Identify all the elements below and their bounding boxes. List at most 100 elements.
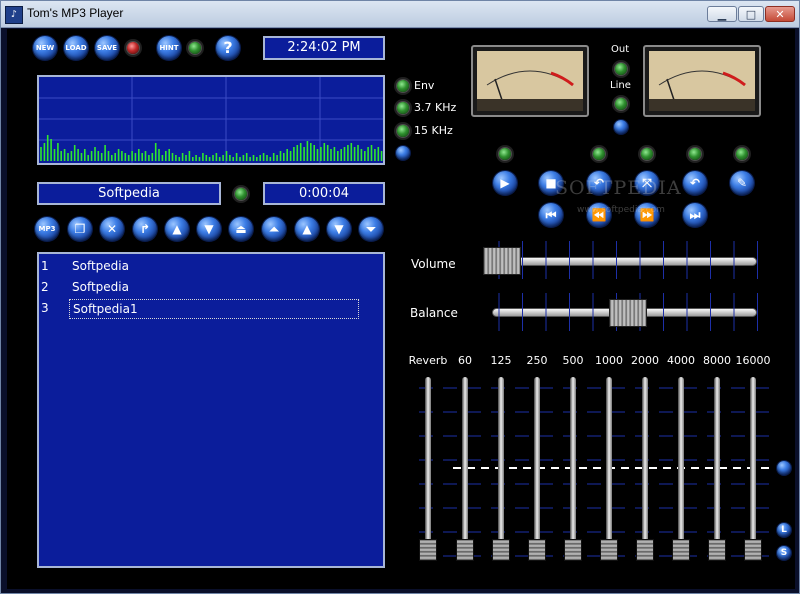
out-label: Out — [611, 44, 630, 55]
eq-thumb-250[interactable] — [528, 539, 546, 561]
volume-thumb[interactable] — [483, 247, 521, 275]
eq-slider-8000[interactable] — [714, 377, 720, 549]
eq-slider-reverb[interactable] — [425, 377, 431, 549]
eq-thumb-500[interactable] — [564, 539, 582, 561]
sort-asc-icon[interactable]: ▲ — [165, 217, 189, 241]
filter-icon[interactable]: ▼ — [197, 217, 221, 241]
play-button[interactable]: ▶ — [493, 171, 517, 195]
vu-meter-face — [649, 51, 755, 111]
eq-slider-60[interactable] — [462, 377, 468, 549]
hint-button[interactable]: HINT — [157, 36, 181, 60]
mp3-button[interactable]: MP3 — [35, 217, 59, 241]
eject-icon[interactable]: ⏏ — [229, 217, 253, 241]
hint-led[interactable] — [189, 42, 201, 54]
load-button[interactable]: LOAD — [64, 36, 88, 60]
3-7khz-led[interactable] — [397, 102, 409, 114]
minimize-button[interactable]: ▁ — [707, 6, 737, 22]
volume-label: Volume — [411, 257, 456, 271]
eq-thumb-1000[interactable] — [600, 539, 618, 561]
move-bottom-icon[interactable]: ⏷ — [359, 217, 383, 241]
elapsed-time-display: 0:00:04 — [263, 182, 385, 205]
edit-button[interactable]: ✎ — [730, 171, 754, 195]
eq-thumb-16000[interactable] — [744, 539, 762, 561]
prev-mark-led[interactable] — [593, 148, 605, 160]
delete-icon[interactable]: ✕ — [100, 217, 124, 241]
rewind-button[interactable]: ⏮ — [539, 203, 563, 227]
eq-thumb-8000[interactable] — [708, 539, 726, 561]
mark-led[interactable] — [641, 148, 653, 160]
eq-slider-125[interactable] — [498, 377, 504, 549]
eq-slider-4000[interactable] — [678, 377, 684, 549]
3-7khz-label: 3.7 KHz — [414, 101, 457, 114]
eq-label-500: 500 — [562, 354, 584, 367]
eq-slider-500[interactable] — [570, 377, 576, 549]
balance-thumb[interactable] — [609, 299, 647, 327]
eq-slider-250[interactable] — [534, 377, 540, 549]
playlist[interactable]: 1 Softpedia 2 Softpedia 3 Softpedia1 — [37, 252, 385, 568]
eq-thumb-4000[interactable] — [672, 539, 690, 561]
eq-thumb-125[interactable] — [492, 539, 510, 561]
record-led[interactable] — [127, 42, 139, 54]
eq-reset-button[interactable] — [777, 461, 791, 475]
track-number: 3 — [41, 301, 49, 315]
eq-save-button[interactable]: S — [777, 546, 791, 560]
next-button[interactable]: ⏭ — [683, 203, 707, 227]
spectrum-graph — [39, 77, 383, 163]
eq-slider-16000[interactable] — [750, 377, 756, 549]
help-button[interactable]: ? — [216, 36, 240, 60]
loop-button[interactable]: ↶ — [683, 171, 707, 195]
app-icon[interactable]: ♪ — [5, 6, 23, 24]
track-led[interactable] — [235, 188, 247, 200]
edit-led[interactable] — [736, 148, 748, 160]
watermark-brand: SOFTPEDIA — [555, 177, 682, 199]
track-title: Softpedia1 — [69, 299, 359, 319]
eq-slider-2000[interactable] — [642, 377, 648, 549]
close-button[interactable]: ✕ — [765, 6, 795, 22]
move-up-icon[interactable]: ▲ — [295, 217, 319, 241]
track-title: Softpedia — [72, 259, 129, 273]
track-number: 1 — [41, 259, 49, 273]
save-button[interactable]: SAVE — [95, 36, 119, 60]
maximize-button[interactable]: □ — [738, 6, 764, 22]
track-number: 2 — [41, 280, 49, 294]
new-button[interactable]: NEW — [33, 36, 57, 60]
copy-icon[interactable]: ❐ — [68, 217, 92, 241]
env-label: Env — [414, 79, 435, 92]
title-bar[interactable]: ♪ Tom's MP3 Player ▁ □ ✕ — [1, 1, 799, 28]
watermark-url: www.softpedia.com — [577, 205, 665, 215]
window-title: Tom's MP3 Player — [27, 6, 124, 20]
track-title: Softpedia — [72, 280, 129, 294]
spectrum-mode-button[interactable] — [396, 146, 410, 160]
eq-label-60: 60 — [458, 354, 472, 367]
loop-led[interactable] — [689, 148, 701, 160]
eq-label-125: 125 — [490, 354, 512, 367]
line-led[interactable] — [615, 98, 627, 110]
line-label: Line — [610, 80, 631, 91]
spectrum-analyzer[interactable] — [37, 75, 385, 165]
eq-thumb-2000[interactable] — [636, 539, 654, 561]
input-mode-button[interactable] — [614, 120, 628, 134]
volume-ticks — [498, 241, 758, 279]
eq-label-2000: 2000 — [631, 354, 659, 367]
clock-display: 2:24:02 PM — [263, 36, 385, 60]
playlist-row[interactable]: 2 Softpedia — [41, 278, 381, 296]
eq-thumb-60[interactable] — [456, 539, 474, 561]
eq-label-reverb: Reverb — [408, 354, 448, 367]
out-led[interactable] — [615, 63, 627, 75]
app-window: ♪ Tom's MP3 Player ▁ □ ✕ NEW LOAD SAVE H… — [0, 0, 800, 594]
15khz-led[interactable] — [397, 125, 409, 137]
playlist-row-selected[interactable]: 3 Softpedia1 — [41, 299, 381, 319]
playlist-row[interactable]: 1 Softpedia — [41, 257, 381, 275]
env-led[interactable] — [397, 80, 409, 92]
move-down-icon[interactable]: ▼ — [327, 217, 351, 241]
export-icon[interactable]: ↱ — [133, 217, 157, 241]
play-led[interactable] — [499, 148, 511, 160]
move-top-icon[interactable]: ⏶ — [262, 217, 286, 241]
balance-label: Balance — [410, 306, 458, 320]
eq-thumb-reverb[interactable] — [419, 539, 437, 561]
eq-load-button[interactable]: L — [777, 523, 791, 537]
vu-meter-right — [643, 45, 761, 117]
eq-label-250: 250 — [526, 354, 548, 367]
eq-label-1000: 1000 — [595, 354, 623, 367]
eq-slider-1000[interactable] — [606, 377, 612, 549]
